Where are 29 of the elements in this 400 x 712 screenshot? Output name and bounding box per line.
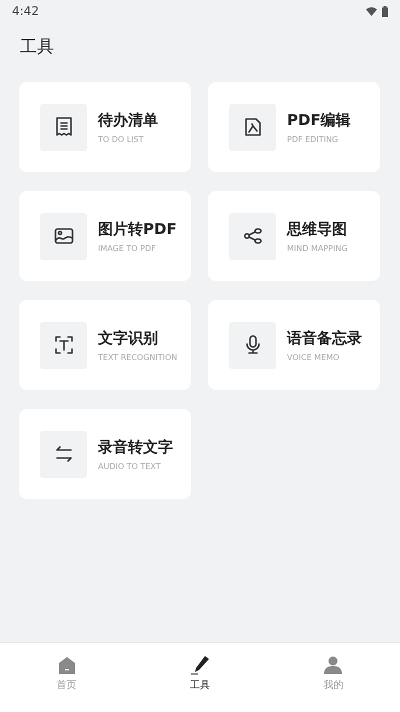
tool-title: 文字识别: [98, 328, 159, 348]
tool-subtitle: AUDIO TO TEXT: [98, 462, 162, 470]
tool-subtitle: VOICE MEMO: [287, 352, 340, 362]
wifi-icon: [366, 6, 377, 16]
tool-title: 录音转文字: [98, 438, 173, 456]
tool-card[interactable]: PDF编辑 PDF EDITING: [208, 82, 380, 172]
battery-icon: [382, 6, 388, 16]
tool-card[interactable]: 语音备忘录 VOICE MEMO: [208, 300, 380, 390]
pen-icon: [190, 655, 210, 675]
tool-card[interactable]: 图片转PDF IMAGE TO PDF: [19, 191, 191, 281]
tool-card[interactable]: 思维导图 MIND MAPPING: [208, 191, 380, 281]
tool-card[interactable]: 文字识别 TEXT RECOGNITION: [19, 300, 191, 390]
person-icon: [323, 655, 344, 675]
tool-title: 待办清单: [98, 110, 158, 130]
tool-title: 图片转PDF: [98, 220, 177, 238]
tool-title: 思维导图: [287, 220, 348, 238]
tool-title: 语音备忘录: [287, 328, 362, 348]
status-time: 4:42: [12, 4, 39, 18]
tool-card[interactable]: 待办清单 TO DO LIST: [19, 82, 191, 172]
home-icon: [56, 655, 77, 675]
tool-title: PDF编辑: [287, 110, 351, 130]
tool-card[interactable]: 录音转文字 AUDIO TO TEXT: [19, 409, 191, 499]
page-title: 工具: [19, 36, 55, 59]
tool-subtitle: MIND MAPPING: [287, 244, 348, 252]
tool-subtitle: IMAGE TO PDF: [98, 244, 157, 252]
tool-subtitle: TO DO LIST: [98, 134, 145, 144]
nav-tab[interactable]: 工具: [133, 643, 267, 712]
tool-subtitle: TEXT RECOGNITION: [98, 352, 178, 362]
tool-subtitle: PDF EDITING: [287, 134, 340, 144]
